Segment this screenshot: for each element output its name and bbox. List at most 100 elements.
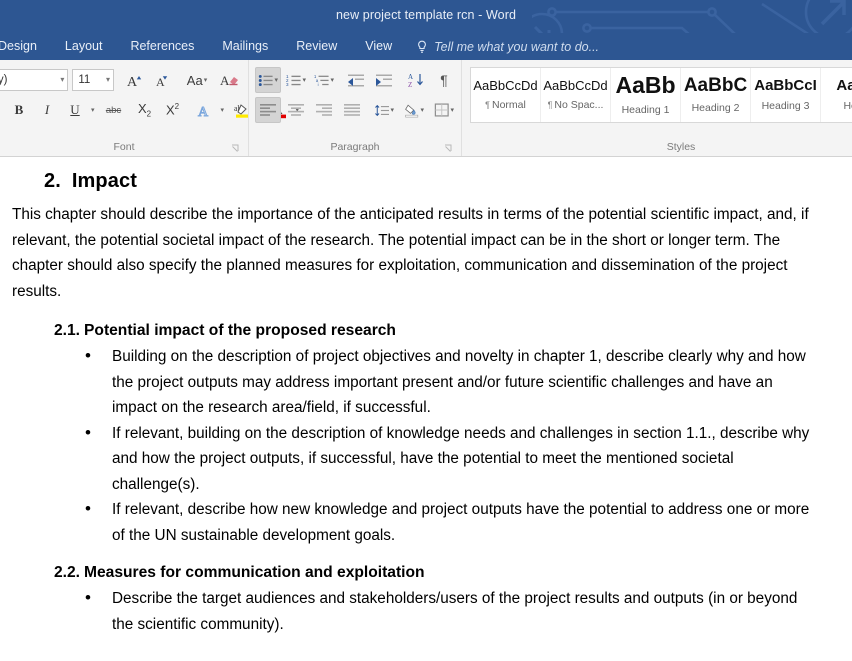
list-item: If relevant, describe how new knowledge … [85,496,812,548]
style-normal[interactable]: AaBbCcDd ¶ Normal [471,68,541,122]
line-spacing-button[interactable]: ▾ [371,97,397,123]
section-2-1-bullet-list: Building on the description of project o… [12,343,812,548]
strikethrough-icon: abc [105,104,122,116]
paragraph-dialog-launcher-icon[interactable] [444,144,453,153]
decrease-indent-button[interactable] [343,67,369,93]
strikethrough-button[interactable]: abc [101,97,127,123]
tab-review[interactable]: Review [282,33,351,60]
font-name-combo[interactable]: ri (Body) ▾ [0,69,69,91]
chevron-down-icon: ▾ [450,106,454,114]
ribbon: ri (Body) ▾ 11 ▾ A A [0,60,852,157]
tab-view[interactable]: View [351,33,406,60]
tab-layout[interactable]: Layout [51,33,117,60]
svg-text:A: A [127,75,138,89]
change-case-icon: Aa [186,72,203,88]
styles-group-label: Styles [666,141,696,153]
section-number: 2.1. [54,322,81,339]
paragraph-group-label: Paragraph [255,138,455,156]
tab-mailings[interactable]: Mailings [208,33,282,60]
increase-indent-button[interactable] [371,67,397,93]
font-row-1: ri (Body) ▾ 11 ▾ A A [0,65,242,95]
superscript-button[interactable]: X2 [160,97,186,123]
styles-gallery[interactable]: AaBbCcDd ¶ Normal AaBbCcDd ¶ No Spac... Aa… [470,67,852,123]
clear-formatting-button[interactable]: A [216,67,242,93]
line-spacing-icon [375,104,390,116]
align-left-button[interactable] [255,97,281,123]
style-heading-2[interactable]: AaBbC Heading 2 [681,68,751,122]
paragraph-row-1: ▾ 1 2 3 ▾ 1 a i ▾ A Z ¶ [255,65,455,95]
chevron-down-icon: ▾ [274,76,278,84]
superscript-icon: X2 [165,102,180,118]
shrink-font-button[interactable]: A [150,67,176,93]
document-heading-1: 2. Impact [12,170,812,193]
intro-paragraph: This chapter should describe the importa… [12,206,809,300]
svg-text:Z: Z [408,81,412,88]
grow-font-icon: A [127,75,142,89]
style-preview: AaBb [615,72,676,98]
chevron-down-icon: ▾ [330,76,334,84]
text-effects-button[interactable]: A [192,97,218,123]
style-preview: AaBbCcDd [473,78,538,93]
numbering-button[interactable]: 1 2 3 ▾ [283,67,309,93]
style-heading-3[interactable]: AaBbCcI Heading 3 [751,68,821,122]
ribbon-group-styles: AaBbCcDd ¶ Normal AaBbCcDd ¶ No Spac... Aa… [461,60,852,156]
bullets-button[interactable]: ▾ [255,67,281,93]
shrink-font-icon: A [156,75,168,89]
font-dialog-launcher-icon[interactable] [231,144,240,153]
section-heading-2-1: 2.1. Potential impact of the proposed res… [12,322,812,340]
style-label: ¶ No Spac... [547,99,604,111]
style-label: ¶ Normal [485,99,526,111]
underline-button[interactable]: U [62,97,88,123]
list-item: Describe the target audiences and stakeh… [85,585,812,637]
style-preview: AaBbCcI [754,77,817,94]
style-preview: AaBb [836,77,852,94]
style-heading-1[interactable]: AaBb Heading 1 [611,68,681,122]
tab-design[interactable]: Design [0,33,51,60]
lightbulb-icon [418,40,427,53]
window-title: new project template rcn - Word [335,8,517,22]
style-heading-4[interactable]: AaBb Head [821,68,852,122]
bold-icon: B [14,102,24,117]
svg-text:A: A [408,73,413,81]
style-label: Heading 1 [621,104,670,116]
chevron-down-icon[interactable]: ▾ [221,107,225,114]
section-title: Potential impact of the proposed researc… [84,322,396,339]
style-preview: AaBbC [683,75,748,96]
chevron-down-icon[interactable]: ▾ [91,107,95,114]
bullets-icon [258,74,273,86]
show-formatting-marks-button[interactable]: ¶ [431,67,457,93]
svg-text:3: 3 [286,81,289,86]
section-number: 2.2. [54,564,81,581]
italic-button[interactable]: I [34,97,60,123]
align-right-button[interactable] [311,97,337,123]
font-size-value: 11 [78,74,91,86]
borders-button[interactable]: ▾ [431,97,457,123]
chevron-down-icon: ▾ [420,106,424,114]
svg-text:A: A [198,105,209,119]
subscript-icon: X2 [137,101,152,119]
align-center-button[interactable] [283,97,309,123]
style-label: Head [843,100,852,112]
chevron-down-icon: ▾ [390,106,394,114]
justify-button[interactable] [339,97,365,123]
document-canvas[interactable]: 2. Impact This chapter should describe th… [0,157,852,661]
change-case-button[interactable]: Aa ▾ [184,67,210,93]
subscript-button[interactable]: X2 [132,97,158,123]
grow-font-button[interactable]: A [122,67,148,93]
shading-button[interactable]: ▾ [401,97,427,123]
svg-text:A: A [220,73,230,88]
font-name-value: ri (Body) [0,74,8,86]
bold-button[interactable]: B [6,97,32,123]
style-label: Heading 2 [691,102,740,114]
svg-text:i: i [318,81,319,86]
font-size-combo[interactable]: 11 ▾ [72,69,114,91]
tell-me-search[interactable]: Tell me what you want to do... [416,40,599,54]
tab-references[interactable]: References [116,33,208,60]
multilevel-list-icon: 1 a i [314,73,329,86]
style-no-spacing[interactable]: AaBbCcDd ¶ No Spac... [541,68,611,122]
multilevel-list-button[interactable]: 1 a i ▾ [311,67,337,93]
ribbon-group-paragraph: ▾ 1 2 3 ▾ 1 a i ▾ A Z ¶ ▾ ▾ ▾ Paragraph [248,60,461,156]
sort-button[interactable]: A Z [403,67,429,93]
heading-number: 2. [44,170,61,192]
increase-indent-icon [376,74,392,86]
